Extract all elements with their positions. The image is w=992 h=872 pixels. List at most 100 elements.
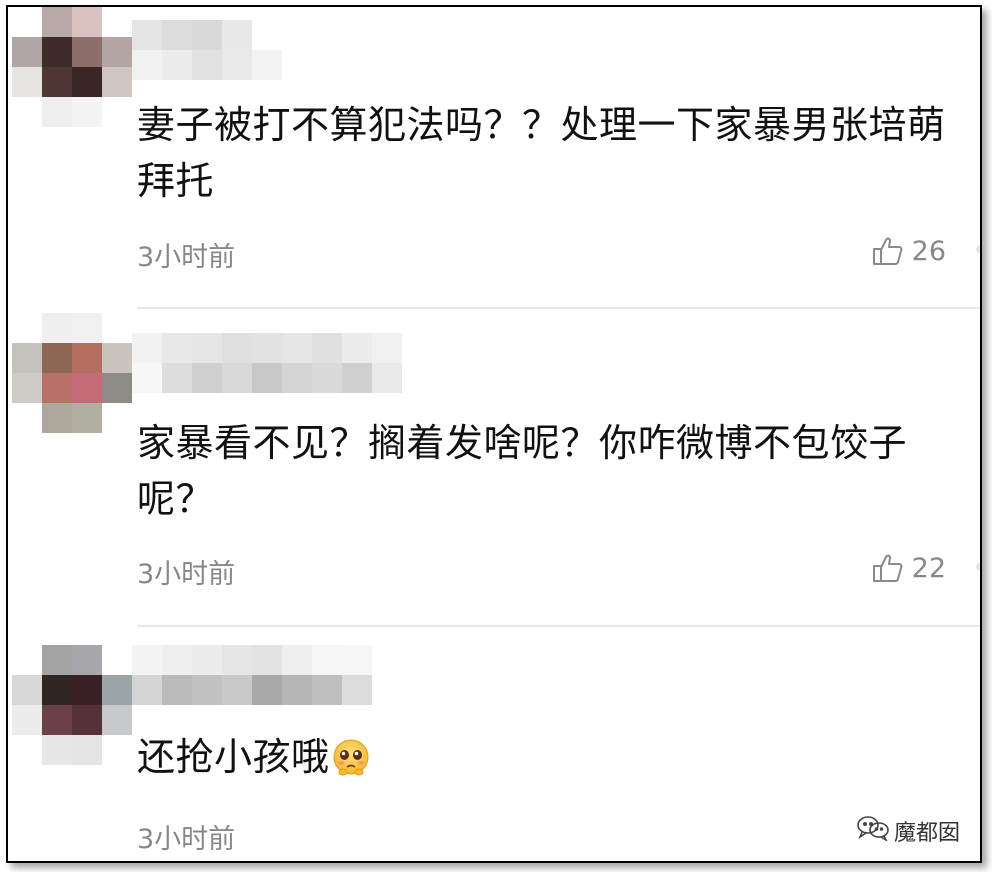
username-pixel-row [132,645,372,675]
avatar-pixel [42,343,72,373]
username-pixel [252,363,282,393]
avatar[interactable] [12,645,132,765]
avatar-pixel [102,313,132,343]
username-pixel-row [132,675,372,705]
avatar-pixel [72,645,102,675]
username-pixel [252,50,282,80]
username-pixel [192,645,222,675]
username-pixel [252,333,282,363]
avatar-pixel [42,705,72,735]
avatar-pixel [12,67,42,97]
avatar-pixel [102,735,132,765]
avatar-pixel [72,97,102,127]
avatar-pixel [102,645,132,675]
avatar-pixel [12,313,42,343]
wechat-icon [856,815,890,847]
avatar-pixel [42,403,72,433]
avatar-pixel [12,97,42,127]
username-pixel [372,333,402,363]
timestamp: 3小时前 [137,824,236,855]
thumbs-up-icon [872,552,904,584]
avatar-pixel [42,37,72,67]
avatar-pixel [42,313,72,343]
avatar-pixel [42,645,72,675]
username-pixel [252,675,282,705]
avatar-pixel [12,705,42,735]
avatar-pixel [72,735,102,765]
comment-text: 还抢小孩哦 [137,729,980,785]
avatar-pixel [72,403,102,433]
like-button[interactable]: 26 [872,235,946,267]
username-pixelated[interactable] [132,333,402,393]
username-pixel [282,645,312,675]
username-pixel [312,645,342,675]
username-pixelated[interactable] [132,645,372,705]
pleading-face-icon [332,735,370,776]
username-pixel [342,645,372,675]
username-pixel [132,645,162,675]
avatar-pixel [72,37,102,67]
username-pixel [222,645,252,675]
username-pixel [222,20,252,50]
username-pixel [252,20,282,50]
username-pixelated[interactable] [132,20,282,80]
username-pixel [342,363,372,393]
username-pixel [222,333,252,363]
avatar[interactable] [12,7,132,127]
username-pixel [162,50,192,80]
username-pixel [132,333,162,363]
avatar-pixel [42,373,72,403]
username-pixel [342,333,372,363]
avatar-pixel [72,373,102,403]
divider [137,307,980,309]
avatar-pixel [12,645,42,675]
avatar-pixel [42,7,72,37]
avatar-pixel [12,373,42,403]
avatar-pixel [72,67,102,97]
like-count: 22 [911,552,946,584]
username-pixel [132,675,162,705]
avatar-pixel [12,37,42,67]
comment-list-frame: 妻子被打不算犯法吗？？处理一下家暴男张培萌拜托 3小时前 26 家暴看不见？搁着… [6,5,982,863]
avatar-pixel [102,67,132,97]
username-pixel [132,363,162,393]
username-pixel [312,363,342,393]
avatar-pixel [72,705,102,735]
avatar-pixel [102,37,132,67]
watermark-text: 魔都囡 [893,821,960,846]
avatar-pixel [42,675,72,705]
avatar[interactable] [12,313,132,433]
timestamp: 3小时前 [137,242,236,273]
username-pixel [162,675,192,705]
username-pixel [132,20,162,50]
comment-text-content: 还抢小孩哦 [137,735,330,779]
username-pixel [282,333,312,363]
avatar-pixel [102,97,132,127]
like-button[interactable]: 22 [872,552,946,584]
avatar-pixel [12,675,42,705]
avatar-pixel [72,343,102,373]
username-pixel [192,333,222,363]
scroll-indicator [976,245,980,253]
username-pixel [192,50,222,80]
divider [137,625,980,627]
timestamp: 3小时前 [137,559,236,590]
username-pixel [192,20,222,50]
avatar-pixel [12,343,42,373]
username-pixel-row [132,333,402,363]
username-pixel [312,333,342,363]
thumbs-up-icon [872,235,904,267]
username-pixel [312,675,342,705]
username-pixel [282,363,312,393]
username-pixel [192,363,222,393]
username-pixel [222,50,252,80]
username-pixel-row [132,50,282,80]
avatar-pixel [42,97,72,127]
avatar-pixel [102,403,132,433]
username-pixel [192,675,222,705]
avatar-pixel [42,67,72,97]
avatar-pixel [102,373,132,403]
username-pixel [252,645,282,675]
avatar-pixel [12,7,42,37]
username-pixel [162,645,192,675]
